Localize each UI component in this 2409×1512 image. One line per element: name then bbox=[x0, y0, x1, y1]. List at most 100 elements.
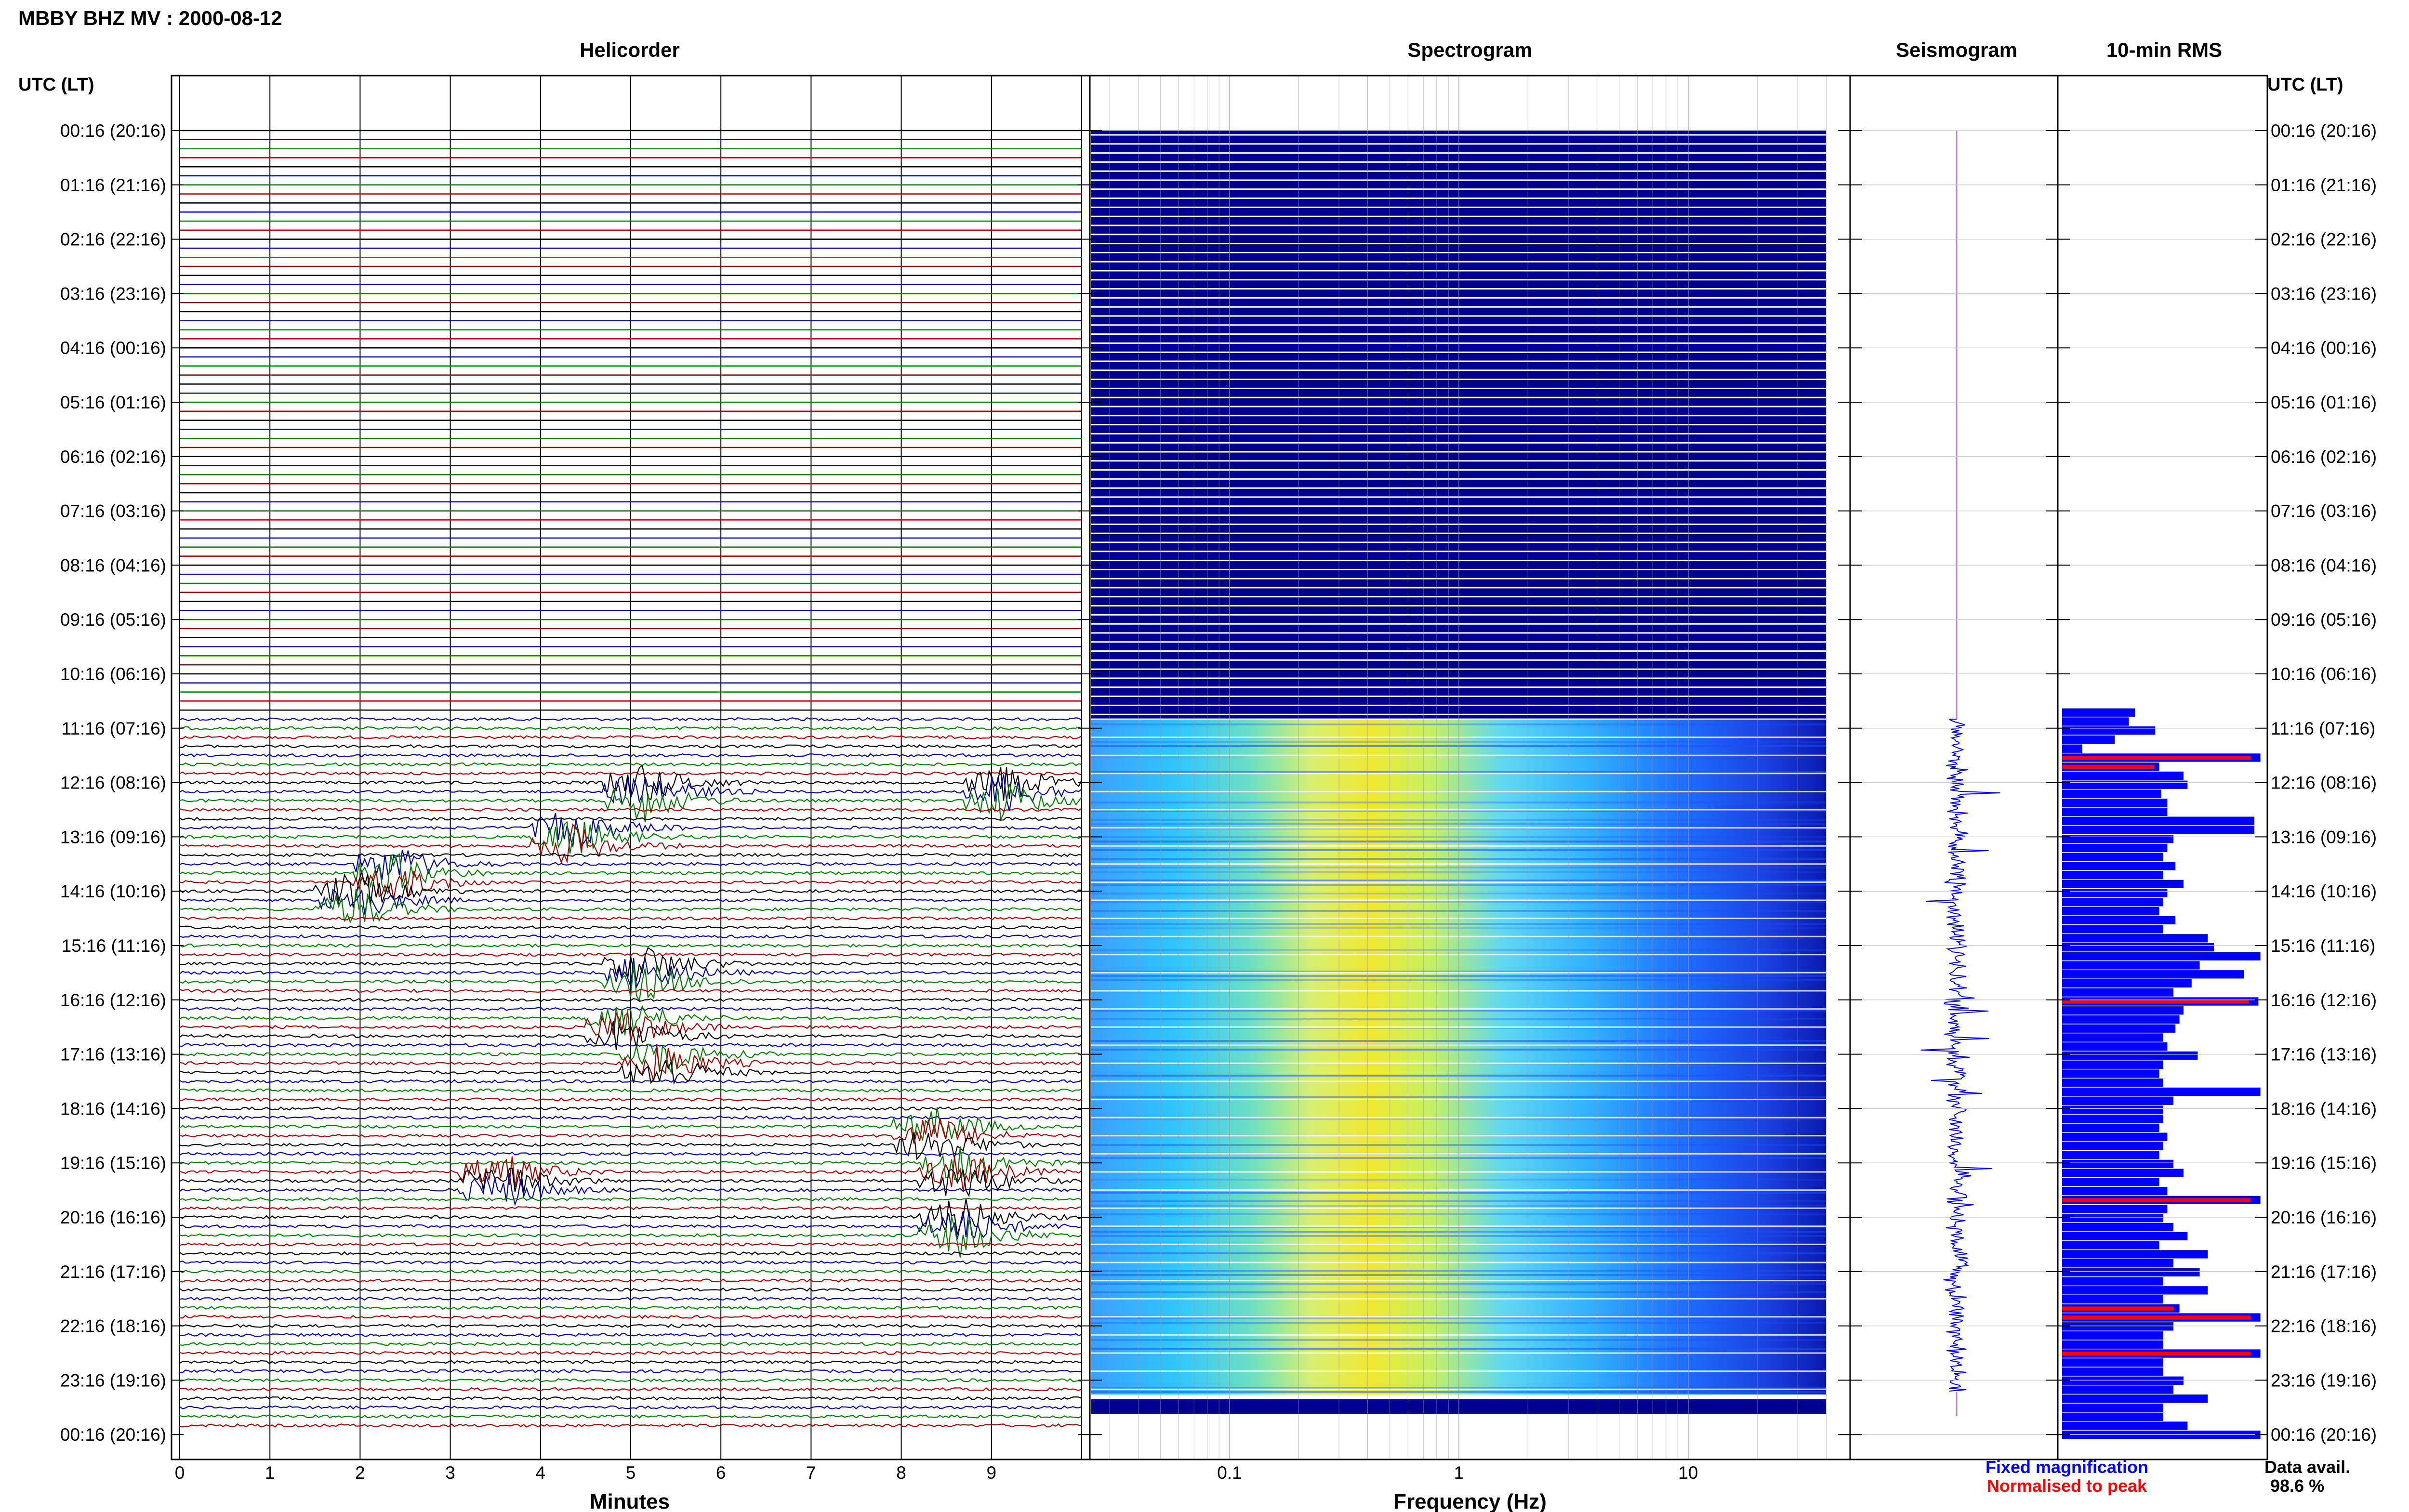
time-label-right: 04:16 (00:16) bbox=[2271, 338, 2377, 358]
legend-normalised: Normalised to peak bbox=[1987, 1476, 2147, 1496]
rms-bar bbox=[2062, 1385, 2173, 1394]
rms-bars bbox=[2062, 708, 2261, 1439]
time-label-left: 17:16 (13:16) bbox=[60, 1045, 166, 1065]
time-label-right: 20:16 (16:16) bbox=[2271, 1208, 2377, 1227]
minute-tick-label: 2 bbox=[355, 1463, 365, 1483]
rms-bar bbox=[2062, 907, 2159, 916]
rms-bar bbox=[2062, 744, 2082, 753]
time-label-right: 16:16 (12:16) bbox=[2271, 990, 2377, 1010]
rms-bar bbox=[2062, 1006, 2184, 1015]
time-label-right: 02:16 (22:16) bbox=[2271, 230, 2377, 250]
time-label-left: 14:16 (10:16) bbox=[60, 881, 166, 901]
time-label-right: 14:16 (10:16) bbox=[2271, 881, 2377, 901]
rms-bar bbox=[2062, 1214, 2163, 1223]
rms-bar bbox=[2062, 1223, 2173, 1232]
minute-tick-label: 1 bbox=[265, 1463, 275, 1483]
time-label-left: 01:16 (21:16) bbox=[60, 175, 166, 195]
rms-bar bbox=[2062, 1159, 2173, 1169]
time-label-left: 09:16 (05:16) bbox=[60, 610, 166, 630]
time-label-left: 00:16 (20:16) bbox=[60, 1425, 166, 1445]
time-label-right: 08:16 (04:16) bbox=[2271, 555, 2377, 575]
time-label-left: 19:16 (15:16) bbox=[60, 1153, 166, 1173]
time-label-left: 11:16 (07:16) bbox=[62, 719, 166, 738]
rms-bar bbox=[2062, 1205, 2168, 1213]
data-avail-value: 98.6 % bbox=[2270, 1476, 2324, 1496]
time-label-left: 05:16 (01:16) bbox=[60, 393, 166, 412]
rms-bar bbox=[2062, 961, 2200, 970]
rms-bar bbox=[2062, 799, 2168, 807]
rms-bar bbox=[2062, 988, 2173, 997]
time-label-left: 03:16 (23:16) bbox=[60, 284, 166, 303]
seismogram-line bbox=[1920, 719, 2000, 1392]
rms-bar bbox=[2062, 780, 2188, 789]
rms-bar bbox=[2062, 1115, 2163, 1123]
rms-bar bbox=[2062, 1024, 2176, 1033]
minute-tick-label: 4 bbox=[536, 1463, 546, 1483]
rms-bar bbox=[2062, 925, 2163, 933]
frequency-tick-label: 10 bbox=[1678, 1463, 1698, 1483]
time-label-right: 18:16 (14:16) bbox=[2271, 1099, 2377, 1118]
time-label-right: 00:16 (20:16) bbox=[2271, 121, 2377, 141]
rms-bar bbox=[2062, 1268, 2200, 1276]
rms-bar bbox=[2062, 1051, 2198, 1060]
rms-bar bbox=[2062, 1178, 2159, 1186]
rms-bar bbox=[2062, 862, 2176, 870]
rms-bar bbox=[2062, 816, 2254, 825]
rms-bar bbox=[2062, 1241, 2159, 1249]
seismogram-trace bbox=[1920, 131, 2000, 1416]
rms-title: 10-min RMS bbox=[2106, 39, 2222, 61]
time-label-right: 12:16 (08:16) bbox=[2271, 773, 2377, 793]
rms-peak-bar bbox=[2062, 764, 2155, 769]
utc-label-right: UTC (LT) bbox=[2267, 75, 2343, 95]
time-label-left: 08:16 (04:16) bbox=[60, 555, 166, 575]
utc-label-left: UTC (LT) bbox=[18, 75, 94, 95]
rms-bar bbox=[2062, 1322, 2173, 1331]
rms-bar bbox=[2062, 717, 2129, 726]
helicorder-grid bbox=[179, 76, 1082, 1459]
time-label-left: 22:16 (18:16) bbox=[60, 1316, 166, 1336]
data-avail-label: Data avail. bbox=[2264, 1457, 2350, 1477]
time-label-left: 07:16 (03:16) bbox=[60, 501, 166, 521]
time-label-right: 13:16 (09:16) bbox=[2271, 827, 2377, 847]
rms-bar bbox=[2062, 880, 2184, 889]
rms-bar bbox=[2062, 826, 2254, 834]
rms-bar bbox=[2062, 1015, 2180, 1024]
rms-bar bbox=[2062, 1151, 2159, 1159]
minute-tick-label: 7 bbox=[806, 1463, 816, 1483]
time-label-left: 02:16 (22:16) bbox=[60, 230, 166, 250]
rms-bar bbox=[2062, 1142, 2163, 1150]
rms-bar bbox=[2062, 1340, 2163, 1349]
frequency-tick-label: 1 bbox=[1454, 1463, 1464, 1483]
helicorder-xlabel: Minutes bbox=[590, 1490, 670, 1512]
time-label-right: 00:16 (20:16) bbox=[2271, 1425, 2377, 1445]
time-label-right: 23:16 (19:16) bbox=[2271, 1370, 2377, 1390]
seismogram-title: Seismogram bbox=[1896, 39, 2017, 61]
time-label-left: 20:16 (16:16) bbox=[60, 1208, 166, 1227]
rms-bar bbox=[2062, 1069, 2159, 1078]
rms-bar bbox=[2062, 789, 2161, 798]
time-label-right: 11:16 (07:16) bbox=[2271, 719, 2375, 738]
rms-bar bbox=[2062, 1187, 2168, 1196]
time-label-right: 03:16 (23:16) bbox=[2271, 284, 2377, 303]
rms-bar bbox=[2062, 952, 2261, 960]
spectrogram-title: Spectrogram bbox=[1407, 39, 1532, 61]
rms-bar bbox=[2062, 835, 2173, 843]
time-label-left: 16:16 (12:16) bbox=[60, 990, 166, 1010]
time-label-right: 17:16 (13:16) bbox=[2271, 1045, 2377, 1065]
rms-peak-bar bbox=[2062, 1352, 2250, 1356]
minute-tick-label: 8 bbox=[896, 1463, 906, 1483]
minute-tick-label: 0 bbox=[175, 1463, 185, 1483]
time-label-left: 10:16 (06:16) bbox=[60, 664, 166, 684]
rms-bar bbox=[2062, 1105, 2163, 1114]
rms-bar bbox=[2062, 853, 2163, 861]
rms-bar bbox=[2062, 708, 2135, 717]
rms-peak-bar bbox=[2062, 1198, 2250, 1202]
time-label-left: 21:16 (17:16) bbox=[60, 1262, 166, 1282]
rms-bar bbox=[2062, 735, 2115, 744]
seismic-plot: MBBY BHZ MV : 2000-08-12 UTC (LT) UTC (L… bbox=[18, 7, 2377, 1512]
rms-bar bbox=[2062, 889, 2168, 897]
rms-bar bbox=[2062, 1259, 2173, 1268]
minute-tick-label: 6 bbox=[716, 1463, 726, 1483]
rms-bar bbox=[2062, 1403, 2163, 1412]
rms-bar bbox=[2062, 1096, 2173, 1105]
